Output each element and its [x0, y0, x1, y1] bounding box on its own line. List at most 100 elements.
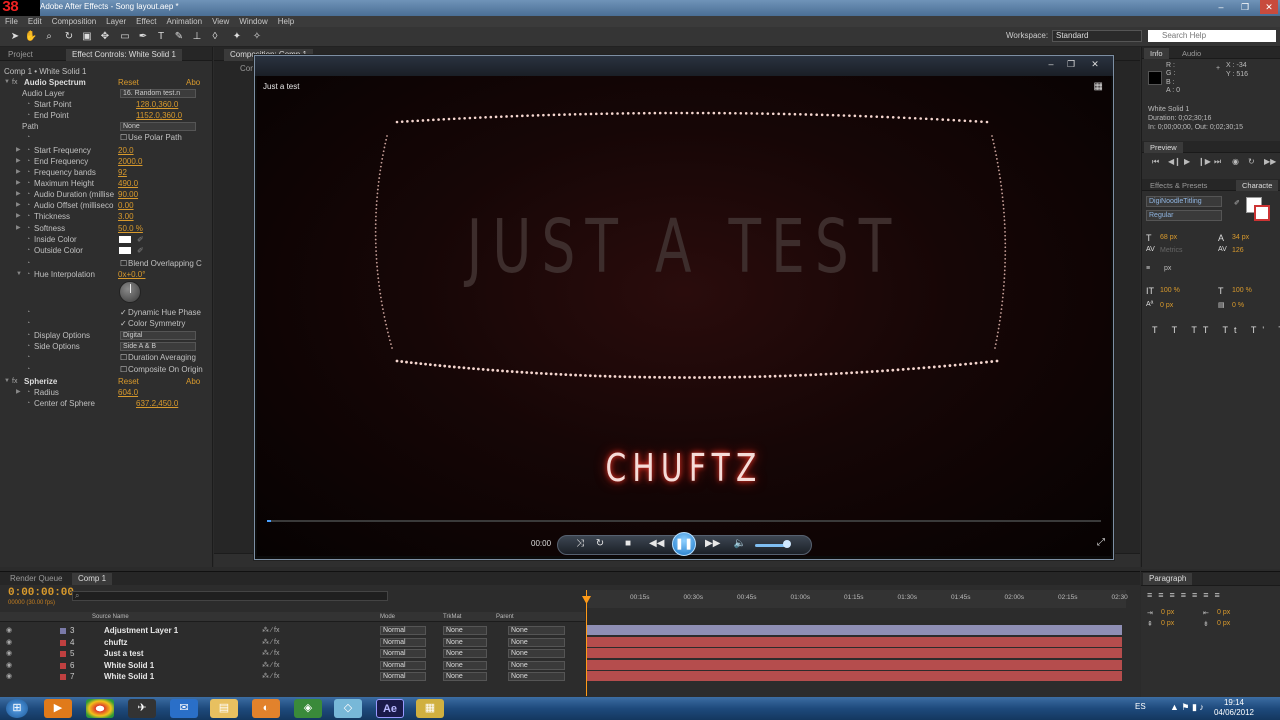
- menu-layer[interactable]: Layer: [101, 16, 131, 27]
- shuffle-icon[interactable]: ⤨: [573, 537, 587, 551]
- layer-duration-bar[interactable]: [586, 636, 1122, 647]
- stopwatch-icon[interactable]: ◔: [26, 145, 30, 156]
- chrome-icon[interactable]: [86, 699, 114, 718]
- fullscreen-icon[interactable]: ⤢: [1097, 537, 1105, 548]
- hue-interpolation-value[interactable]: 0x+0.0°: [118, 269, 145, 280]
- search-help-input[interactable]: Search Help: [1148, 30, 1276, 42]
- outlook-icon[interactable]: ✉: [170, 699, 198, 718]
- layer-parent-select[interactable]: None: [508, 672, 565, 681]
- expand-triangle-icon[interactable]: ▶: [16, 156, 21, 167]
- baseline-shift-value[interactable]: 0 px: [1160, 302, 1173, 309]
- about-link[interactable]: Abo: [186, 77, 200, 88]
- expand-triangle-icon[interactable]: ▶: [16, 189, 21, 200]
- app-fox-icon[interactable]: ◐: [252, 699, 280, 718]
- audio-duration-value[interactable]: 90.00: [118, 189, 138, 200]
- layer-mode-select[interactable]: Normal: [380, 649, 426, 658]
- visibility-eye-icon[interactable]: ◉: [6, 660, 12, 671]
- layer-parent-select[interactable]: None: [508, 637, 565, 647]
- stopwatch-icon[interactable]: ◔: [26, 330, 30, 341]
- text-tool-icon[interactable]: T: [154, 30, 168, 44]
- hue-knob[interactable]: [119, 281, 141, 303]
- zoom-tool-icon[interactable]: ⌕: [42, 30, 56, 44]
- effect-audio-spectrum[interactable]: ▼ fx Audio Spectrum Reset Abo: [0, 77, 212, 88]
- rectangle-tool-icon[interactable]: ▭: [118, 30, 132, 44]
- app-bird-icon[interactable]: ✈: [128, 699, 156, 718]
- volume-knob[interactable]: [783, 540, 791, 548]
- stopwatch-icon[interactable]: ◔: [26, 245, 30, 256]
- maximize-button[interactable]: ❐: [1236, 0, 1254, 14]
- frequency-bands-value[interactable]: 92: [118, 167, 127, 178]
- hand-tool-icon[interactable]: ✋: [24, 30, 38, 44]
- about-link[interactable]: Abo: [186, 376, 200, 387]
- stroke-width-unit[interactable]: px: [1164, 265, 1171, 272]
- stopwatch-icon[interactable]: ◔: [26, 189, 30, 200]
- maximum-height-value[interactable]: 490.0: [118, 178, 138, 189]
- app-green-icon[interactable]: ◈: [294, 699, 322, 718]
- start-orb-icon[interactable]: ⊞: [6, 699, 28, 718]
- workspace-select[interactable]: Standard: [1052, 30, 1142, 42]
- camera-tool-icon[interactable]: ▣: [80, 30, 94, 44]
- center-of-sphere-value[interactable]: 637.2,450.0: [136, 398, 178, 409]
- indent-right-value[interactable]: 0 px: [1217, 609, 1230, 616]
- layer-row[interactable]: ◉ 7 White Solid 1 ⁂ ∕ fx Normal None None: [0, 671, 585, 682]
- layer-duration-bar[interactable]: [586, 625, 1122, 635]
- layer-switches-icon[interactable]: ⁂ ∕ fx: [262, 648, 280, 659]
- end-frequency-value[interactable]: 2000.0: [118, 156, 142, 167]
- audio-layer-select[interactable]: 16. Random test.n: [120, 89, 196, 98]
- layer-switches-icon[interactable]: ⁂ ∕ fx: [262, 671, 280, 682]
- visibility-eye-icon[interactable]: ◉: [6, 637, 12, 648]
- stopwatch-icon[interactable]: ◔: [26, 234, 30, 245]
- space-before-value[interactable]: 0 px: [1161, 620, 1174, 627]
- expand-triangle-icon[interactable]: ▶: [16, 200, 21, 211]
- layer-mode-select[interactable]: Normal: [380, 626, 426, 635]
- visibility-eye-icon[interactable]: ◉: [6, 648, 12, 659]
- stroke-color-swatch[interactable]: [1254, 205, 1270, 221]
- layer-duration-bar[interactable]: [586, 648, 1122, 658]
- layer-switches-icon[interactable]: ⁂ ∕ fx: [262, 660, 280, 671]
- kerning-value[interactable]: Metrics: [1160, 247, 1183, 254]
- player-maximize-button[interactable]: ❐: [1063, 58, 1079, 70]
- tab-preview[interactable]: Preview: [1144, 142, 1183, 153]
- play-icon[interactable]: ▶: [1184, 157, 1190, 166]
- layer-name[interactable]: chuftz: [104, 637, 128, 648]
- layer-row[interactable]: ◉ 3 Adjustment Layer 1 ⁂ ∕ fx Normal None None: [0, 625, 585, 636]
- menu-composition[interactable]: Composition: [47, 16, 101, 27]
- puppet-tool-icon[interactable]: ✧: [250, 30, 264, 44]
- layer-duration-bar[interactable]: [586, 671, 1122, 681]
- reset-link[interactable]: Reset: [118, 376, 139, 387]
- audio-offset-value[interactable]: 0.00: [118, 200, 134, 211]
- tab-effects-presets[interactable]: Effects & Presets: [1144, 180, 1213, 191]
- stopwatch-icon[interactable]: ◔: [26, 223, 30, 234]
- thickness-value[interactable]: 3.00: [118, 211, 134, 222]
- layer-label-color[interactable]: [60, 639, 66, 646]
- reset-link[interactable]: Reset: [118, 77, 139, 88]
- menu-help[interactable]: Help: [273, 16, 299, 27]
- layer-label-color[interactable]: [60, 674, 66, 680]
- vertical-scale-value[interactable]: 100 %: [1160, 287, 1180, 294]
- selection-tool-icon[interactable]: ➤: [8, 30, 22, 44]
- stopwatch-icon[interactable]: ◔: [26, 200, 30, 211]
- eyedropper-icon[interactable]: ✐: [137, 245, 144, 256]
- end-point-value[interactable]: 1152.0,360.0: [136, 110, 182, 121]
- menu-edit[interactable]: Edit: [23, 16, 47, 27]
- use-polar-checkbox[interactable]: ☐: [120, 132, 127, 143]
- style-select[interactable]: Regular: [1146, 210, 1222, 221]
- clone-tool-icon[interactable]: ⊥: [190, 30, 204, 44]
- stopwatch-icon[interactable]: ◔: [26, 269, 30, 280]
- roto-tool-icon[interactable]: ✦: [230, 30, 244, 44]
- stopwatch-icon[interactable]: ◔: [26, 307, 30, 318]
- layer-trkmat-select[interactable]: None: [443, 649, 487, 658]
- stopwatch-icon[interactable]: ◔: [26, 258, 30, 269]
- stopwatch-icon[interactable]: ◔: [26, 387, 30, 398]
- first-frame-icon[interactable]: ⏮: [1152, 157, 1159, 167]
- layer-label-color[interactable]: [60, 662, 66, 669]
- layer-trkmat-select[interactable]: None: [443, 637, 487, 647]
- stopwatch-icon[interactable]: ◔: [26, 110, 30, 121]
- font-select[interactable]: DigiNoodleTitling: [1146, 196, 1222, 207]
- layer-mode-select[interactable]: Normal: [380, 660, 426, 670]
- path-select[interactable]: None: [120, 122, 196, 131]
- tab-project[interactable]: Project: [2, 49, 39, 61]
- stopwatch-icon[interactable]: ◔: [26, 364, 30, 375]
- display-options-select[interactable]: Digital: [120, 331, 196, 340]
- layer-switches-icon[interactable]: ⁂ ∕ fx: [262, 625, 280, 636]
